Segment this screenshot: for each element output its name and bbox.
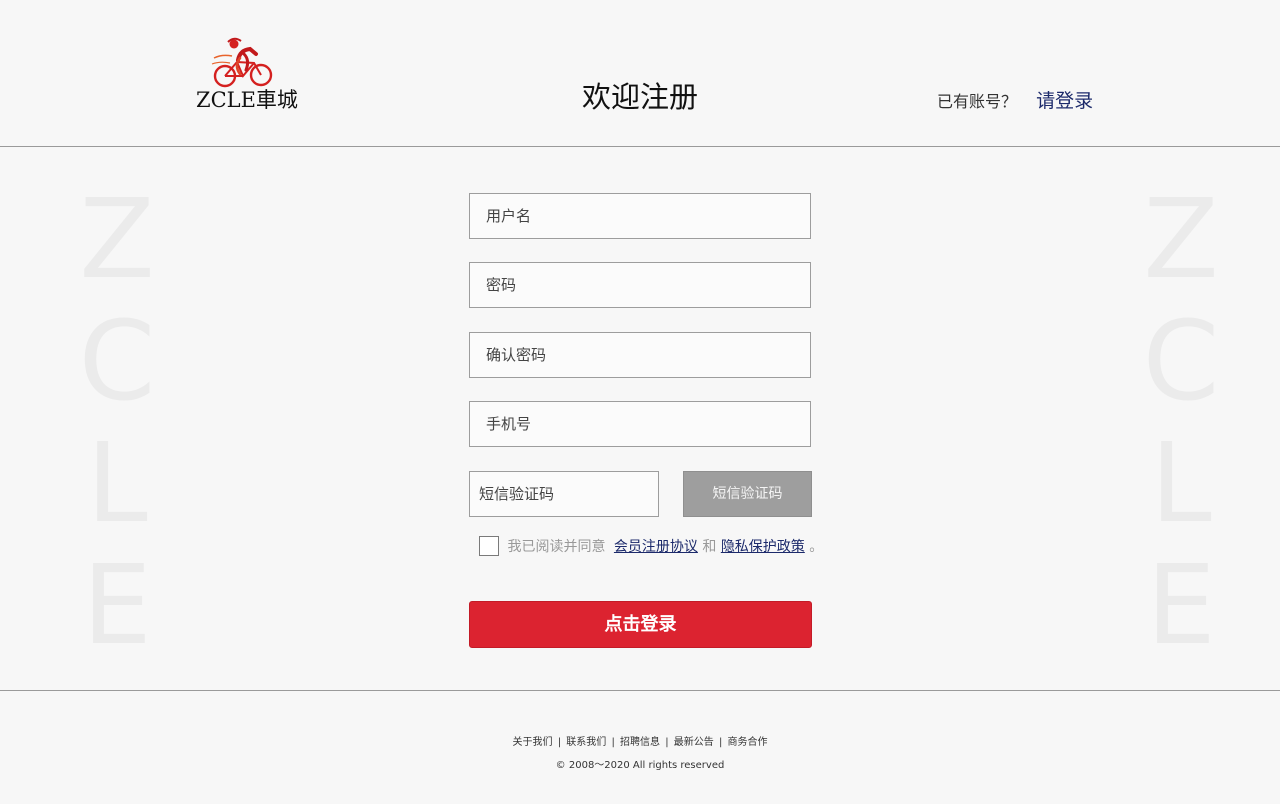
send-sms-code-button[interactable]: 短信验证码	[683, 471, 812, 517]
agree-checkbox[interactable]	[479, 536, 499, 556]
watermark-letter: C	[78, 297, 156, 425]
password-input[interactable]	[469, 262, 811, 308]
footer-link-news[interactable]: 最新公告	[674, 737, 714, 748]
agree-text: 我已阅读并同意	[507, 539, 606, 555]
logo-text: ZCLE車城	[196, 88, 298, 112]
login-prompt: 已有账号？ 请登录	[937, 86, 1093, 113]
watermark-letter: Z	[79, 175, 155, 303]
footer-link-business[interactable]: 商务合作	[728, 737, 768, 748]
header: ZCLE車城 欢迎注册 已有账号？ 请登录	[0, 0, 1280, 147]
footer-separator: |	[557, 737, 562, 748]
confirm-password-input[interactable]	[469, 332, 811, 378]
member-agreement-link[interactable]: 会员注册协议	[614, 539, 698, 555]
submit-button[interactable]: 点击登录	[469, 601, 812, 648]
copyright: © 2008～2020 All rights reserved	[555, 760, 725, 771]
watermark-letter: C	[1142, 297, 1220, 425]
footer-link-jobs[interactable]: 招聘信息	[620, 737, 660, 748]
page-title: 欢迎注册	[581, 80, 698, 114]
footer-separator: |	[665, 737, 669, 748]
footer-separator: |	[718, 737, 723, 748]
footer-links: 关于我们 | 联系我们 | 招聘信息 | 最新公告 | 商务合作	[0, 733, 1280, 748]
watermark-letter: E	[82, 541, 152, 669]
agree-period: 。	[809, 539, 824, 555]
watermark-letter: Z	[1143, 175, 1219, 303]
and-text: 和	[702, 539, 717, 555]
watermark-letter: L	[86, 419, 148, 547]
footer-link-contact[interactable]: 联系我们	[566, 737, 606, 748]
footer-link-about[interactable]: 关于我们	[513, 737, 553, 748]
login-prompt-text: 已有账号？	[937, 92, 1018, 111]
footer-separator: |	[611, 737, 615, 748]
agreement-row: 我已阅读并同意 会员注册协议 和 隐私保护政策 。	[479, 536, 823, 558]
phone-input[interactable]	[469, 401, 811, 447]
footer: 关于我们 | 联系我们 | 招聘信息 | 最新公告 | 商务合作 © 2008～…	[0, 690, 1280, 804]
cyclist-logo-icon	[211, 37, 273, 88]
watermark-letter: E	[1146, 541, 1216, 669]
site-logo[interactable]: ZCLE車城	[196, 36, 308, 112]
sms-code-input[interactable]	[469, 471, 659, 517]
watermark-left: Z C L E	[77, 178, 157, 666]
privacy-policy-link[interactable]: 隐私保护政策	[721, 539, 805, 555]
watermark-letter: L	[1150, 419, 1212, 547]
watermark-right: Z C L E	[1141, 178, 1221, 666]
username-input[interactable]	[469, 193, 811, 239]
login-link[interactable]: 请登录	[1036, 90, 1093, 112]
